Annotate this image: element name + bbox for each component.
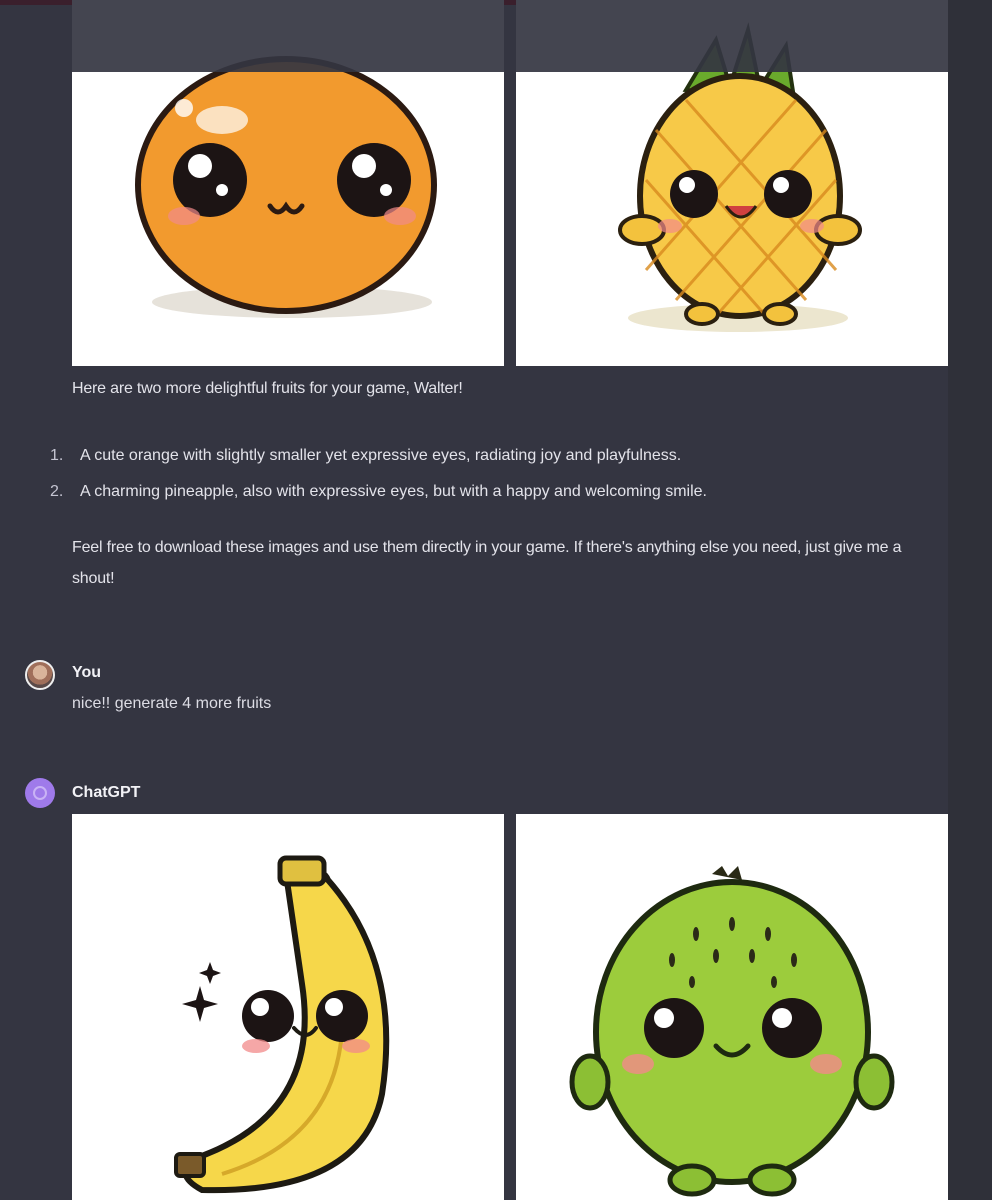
reply-outro-text: Feel free to download these images and u… xyxy=(72,539,902,587)
generated-image-banana[interactable] xyxy=(72,814,504,1200)
list-item-number: 1. xyxy=(50,447,64,464)
kiwi-illustration xyxy=(569,866,895,1197)
generated-image-orange[interactable] xyxy=(72,0,504,366)
reply-intro-text: Here are two more delightful fruits for … xyxy=(72,380,463,397)
user-message-text: nice!! generate 4 more fruits xyxy=(72,695,272,712)
list-item: 1. A cute orange with slightly smaller y… xyxy=(50,438,707,474)
fruit-description-list: 1. A cute orange with slightly smaller y… xyxy=(50,438,707,510)
generated-image-pineapple[interactable] xyxy=(516,0,948,366)
generated-image-kiwi[interactable] xyxy=(516,814,948,1200)
list-item: 2. A charming pineapple, also with expre… xyxy=(50,474,707,510)
banana-illustration xyxy=(174,855,390,1194)
list-item-text: A cute orange with slightly smaller yet … xyxy=(80,447,682,464)
chatgpt-avatar xyxy=(25,778,55,808)
user-sender-name: You xyxy=(72,664,102,681)
assistant-sender-name: ChatGPT xyxy=(72,784,141,801)
user-avatar xyxy=(25,660,55,690)
list-item-text: A charming pineapple, also with expressi… xyxy=(80,483,707,500)
list-item-number: 2. xyxy=(50,483,64,500)
image-top-overlay xyxy=(516,0,948,72)
image-top-overlay xyxy=(72,0,504,72)
right-rail xyxy=(948,0,992,1200)
